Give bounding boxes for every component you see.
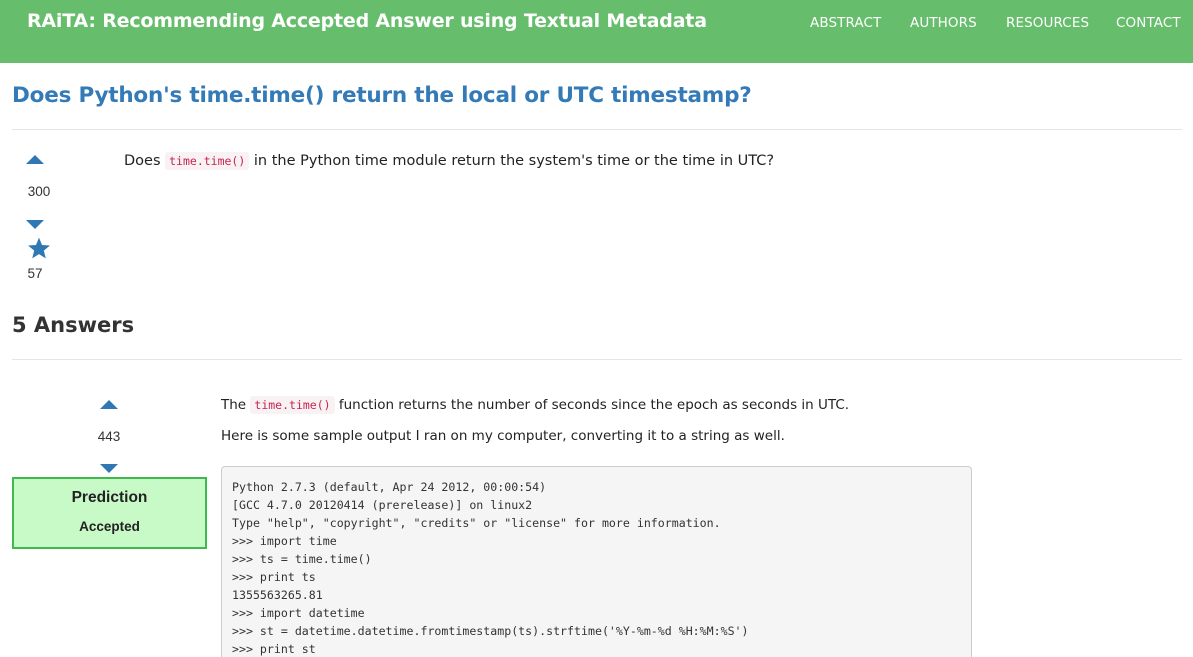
code-line: >>> ts = time.time() xyxy=(232,552,372,566)
nav-contact[interactable]: CONTACT xyxy=(1116,15,1181,31)
prediction-label: Accepted xyxy=(79,519,140,534)
code-line: [GCC 4.7.0 20120414 (prerelease)] on lin… xyxy=(232,498,533,512)
code-line: >>> st = datetime.datetime.fromtimestamp… xyxy=(232,624,749,638)
question-inline-code: time.time() xyxy=(165,152,250,170)
question-body-text-start: Does xyxy=(124,153,166,169)
nav-resources[interactable]: RESOURCES xyxy=(1006,15,1089,31)
nav-authors[interactable]: AUTHORS xyxy=(910,15,977,31)
prediction-badge: Prediction Accepted xyxy=(12,477,207,549)
favorite-star-icon[interactable] xyxy=(26,236,52,261)
site-brand[interactable]: RAiTA: Recommending Accepted Answer usin… xyxy=(27,10,707,32)
answer-downvote-icon[interactable] xyxy=(100,464,118,473)
code-line: >>> print ts xyxy=(232,570,316,584)
answer-text-start: The xyxy=(221,397,251,413)
question-upvote-icon[interactable] xyxy=(26,155,44,164)
code-line: >>> import time xyxy=(232,534,337,548)
answers-heading: 5 Answers xyxy=(12,313,135,337)
answer-vote-count: 443 xyxy=(97,429,121,444)
divider xyxy=(12,359,1182,360)
favorite-count: 57 xyxy=(27,266,43,281)
code-line: >>> print st xyxy=(232,642,316,656)
code-line: Python 2.7.3 (default, Apr 24 2012, 00:0… xyxy=(232,480,547,494)
question-body: Does time.time() in the Python time modu… xyxy=(124,152,775,170)
question-downvote-icon[interactable] xyxy=(26,220,44,229)
code-line: 1355563265.81 xyxy=(232,588,323,602)
code-line: Type "help", "copyright", "credits" or "… xyxy=(232,516,721,530)
prediction-title: Prediction xyxy=(71,489,148,506)
code-line: >>> import datetime xyxy=(232,606,365,620)
answer-inline-code: time.time() xyxy=(250,396,335,414)
answer-paragraph-2: Here is some sample output I ran on my c… xyxy=(221,428,785,444)
divider xyxy=(12,129,1182,130)
nav-abstract[interactable]: ABSTRACT xyxy=(810,15,881,31)
answer-paragraph-1: The time.time() function returns the num… xyxy=(221,396,850,414)
question-title[interactable]: Does Python's time.time() return the loc… xyxy=(12,83,752,108)
top-navbar: RAiTA: Recommending Accepted Answer usin… xyxy=(0,0,1193,63)
question-body-text-end: in the Python time module return the sys… xyxy=(249,153,775,169)
answer-code-block: Python 2.7.3 (default, Apr 24 2012, 00:0… xyxy=(221,466,972,657)
answer-text-end: function returns the number of seconds s… xyxy=(334,397,850,413)
question-vote-count: 300 xyxy=(27,184,51,199)
answer-upvote-icon[interactable] xyxy=(100,400,118,409)
